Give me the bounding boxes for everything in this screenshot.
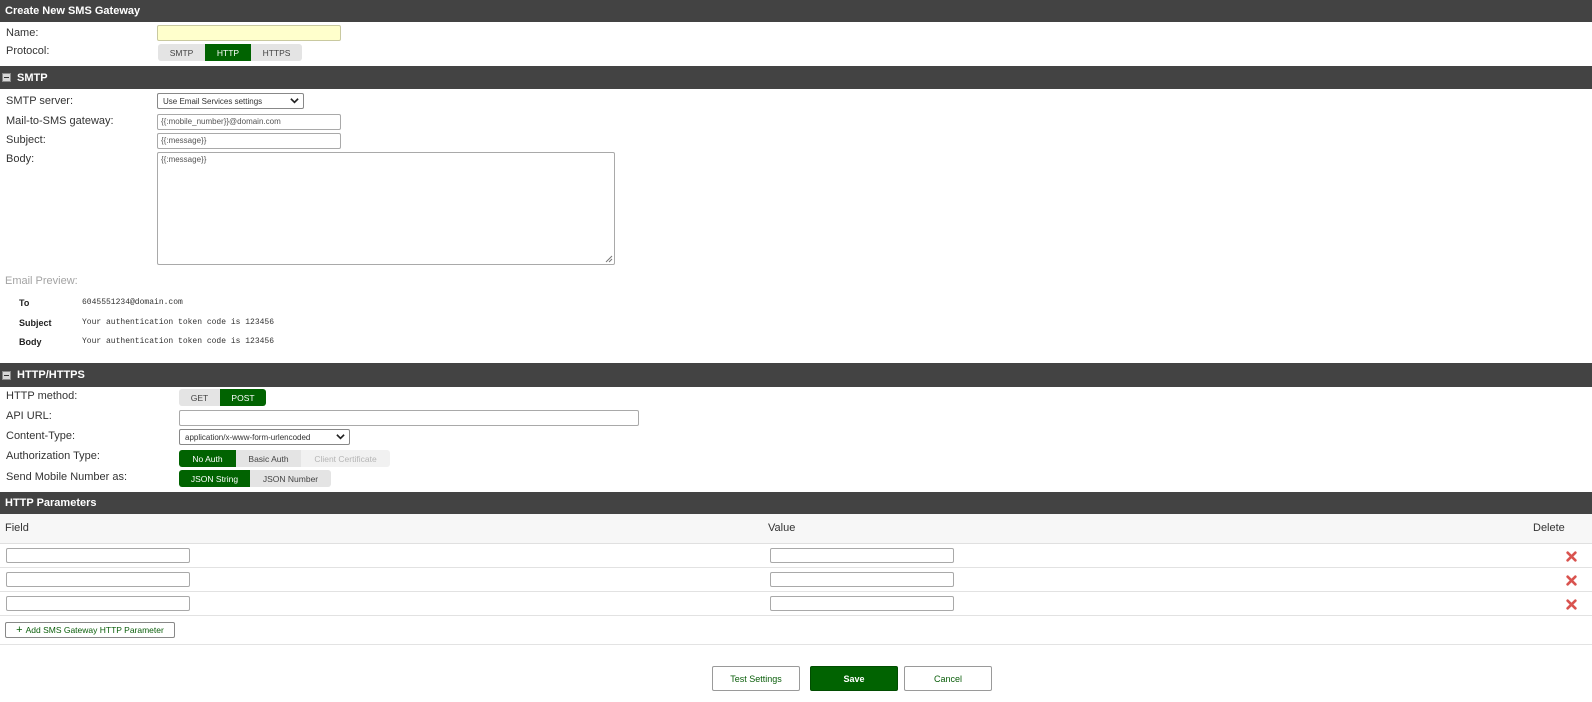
mobile-json-number-option[interactable]: JSON Number (250, 470, 331, 487)
smtp-server-value: Use Email Services settings (163, 96, 263, 106)
preview-body-value: Your authentication token code is 123456 (82, 337, 275, 346)
http-method-toggle: GET POST (179, 389, 266, 406)
protocol-label: Protocol: (6, 45, 50, 57)
add-parameter-button[interactable]: + Add SMS Gateway HTTP Parameter (5, 622, 175, 638)
delete-icon[interactable] (1566, 575, 1577, 586)
subject-label: Subject: (6, 134, 46, 146)
subject-input[interactable]: {{:message}} (157, 133, 341, 149)
body-textarea[interactable]: {{:message}} (157, 152, 615, 265)
send-mobile-toggle: JSON String JSON Number (179, 470, 331, 487)
param-value-input[interactable] (770, 572, 954, 587)
page-header: Create New SMS Gateway (0, 0, 1592, 22)
cancel-button[interactable]: Cancel (904, 666, 992, 691)
auth-type-toggle: No Auth Basic Auth Client Certificate (179, 450, 390, 467)
delete-icon[interactable] (1566, 551, 1577, 562)
save-button[interactable]: Save (810, 666, 898, 691)
collapse-icon[interactable] (2, 73, 11, 82)
method-get-option[interactable]: GET (179, 389, 220, 406)
email-preview-label: Email Preview: (5, 275, 78, 287)
http-section-title: HTTP/HTTPS (17, 369, 85, 381)
content-type-label: Content-Type: (6, 430, 76, 442)
param-value-input[interactable] (770, 596, 954, 611)
mobile-json-string-option[interactable]: JSON String (179, 470, 250, 487)
protocol-toggle: SMTP HTTP HTTPS (158, 44, 302, 61)
method-post-option[interactable]: POST (220, 389, 266, 406)
gateway-input[interactable]: {{:mobile_number}}@domain.com (157, 114, 341, 130)
smtp-server-select[interactable]: Use Email Services settings (157, 93, 304, 109)
protocol-http-option[interactable]: HTTP (205, 44, 251, 61)
content-type-select[interactable]: application/x-www-form-urlencoded (179, 429, 350, 445)
test-settings-button[interactable]: Test Settings (712, 666, 800, 691)
body-label: Body: (6, 153, 35, 165)
col-field-header: Field (5, 522, 29, 534)
preview-subject-value: Your authentication token code is 123456 (82, 318, 275, 327)
name-input[interactable] (157, 25, 341, 41)
delete-icon[interactable] (1566, 599, 1577, 610)
auth-basic-option[interactable]: Basic Auth (236, 450, 301, 467)
chevron-down-icon (336, 434, 345, 440)
api-url-label: API URL: (6, 410, 52, 422)
auth-no-auth-option[interactable]: No Auth (179, 450, 236, 467)
col-value-header: Value (768, 522, 796, 534)
auth-type-label: Authorization Type: (6, 450, 100, 462)
preview-to-key: To (19, 298, 30, 308)
page-title: Create New SMS Gateway (5, 5, 141, 17)
send-mobile-label: Send Mobile Number as: (6, 471, 128, 483)
name-label: Name: (6, 27, 39, 39)
params-table-header: Field Value Delete (0, 514, 1592, 544)
http-section-header[interactable]: HTTP/HTTPS (0, 363, 1592, 387)
params-section-title: HTTP Parameters (5, 497, 97, 509)
table-row (0, 592, 1592, 616)
preview-body-key: Body (19, 337, 42, 347)
footer-divider (0, 644, 1592, 645)
preview-to-value: 6045551234@domain.com (82, 298, 183, 307)
smtp-server-label: SMTP server: (6, 95, 74, 107)
gateway-label: Mail-to-SMS gateway: (6, 115, 114, 127)
preview-subject-key: Subject (19, 318, 52, 328)
param-field-input[interactable] (6, 572, 190, 587)
smtp-section-header[interactable]: SMTP (0, 66, 1592, 89)
params-section-header: HTTP Parameters (0, 492, 1592, 514)
smtp-section-title: SMTP (17, 71, 48, 84)
collapse-icon[interactable] (2, 370, 11, 380)
auth-client-cert-option: Client Certificate (301, 450, 390, 467)
plus-icon: + (16, 623, 23, 636)
protocol-smtp-option[interactable]: SMTP (158, 44, 205, 61)
content-type-value: application/x-www-form-urlencoded (185, 432, 311, 442)
col-delete-header: Delete (1533, 522, 1565, 534)
table-row (0, 568, 1592, 592)
chevron-down-icon (290, 98, 299, 104)
param-value-input[interactable] (770, 548, 954, 563)
add-parameter-label: Add SMS Gateway HTTP Parameter (25, 625, 164, 635)
param-field-input[interactable] (6, 596, 190, 611)
table-row (0, 544, 1592, 568)
resize-grip-icon[interactable] (605, 255, 613, 263)
protocol-https-option[interactable]: HTTPS (251, 44, 302, 61)
http-method-label: HTTP method: (6, 390, 78, 402)
api-url-input[interactable] (179, 410, 639, 426)
body-value: {{:message}} (161, 155, 207, 164)
param-field-input[interactable] (6, 548, 190, 563)
